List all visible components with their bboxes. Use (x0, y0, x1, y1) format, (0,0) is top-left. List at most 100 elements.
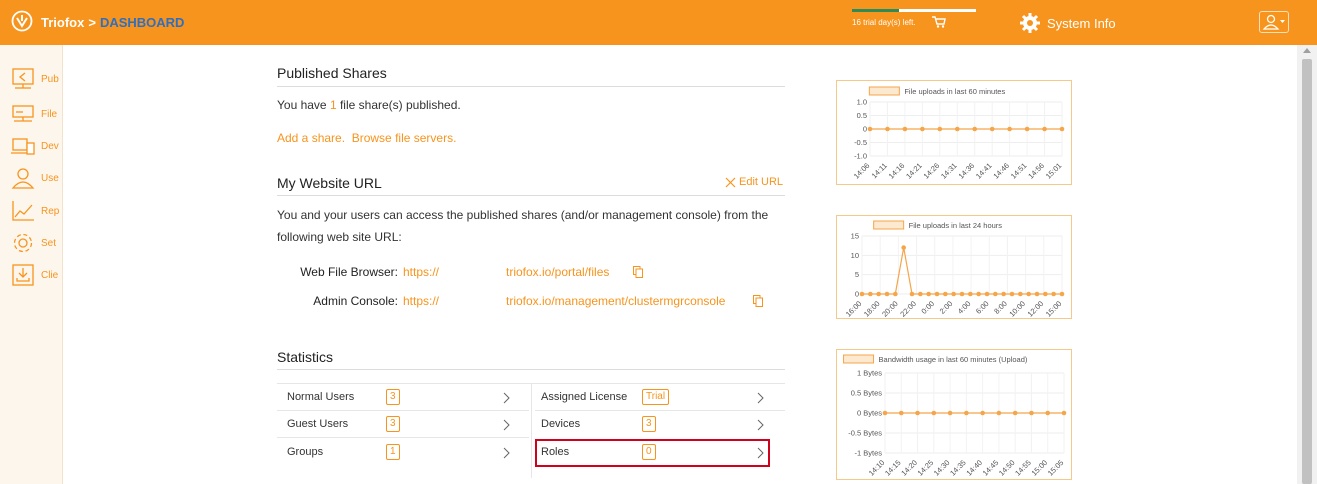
sidebar-item-label: Pub (41, 73, 59, 85)
x-tick-label: 14:31 (939, 161, 959, 181)
data-point (1026, 291, 1031, 297)
chevron-right-icon[interactable] (503, 392, 510, 404)
x-tick-label: 10:00 (1007, 299, 1027, 318)
chevron-right-icon[interactable] (757, 392, 764, 404)
stat-groups-badge[interactable]: 1 (386, 444, 400, 460)
scrollbar-thumb[interactable] (1302, 59, 1312, 484)
x-tick-label: 14:50 (997, 458, 1017, 478)
stat-devices-label[interactable]: Devices (541, 418, 580, 430)
top-bar: Triofox > DASHBOARD 16 trial day(s) left. … (0, 0, 1317, 45)
trial-progress-bar (852, 9, 976, 12)
data-point (868, 291, 873, 297)
admin-console-label: Admin Console: (313, 294, 398, 308)
sidebar-item-label: Set (41, 237, 57, 249)
web-file-browser-url-end[interactable]: triofox.io/portal/files (506, 265, 609, 279)
data-point (1061, 410, 1067, 416)
data-point (920, 126, 925, 132)
y-tick-label: 0 (863, 125, 867, 134)
browse-file-servers-link[interactable]: Browse file servers. (352, 131, 457, 145)
chart-title: File uploads in last 24 hours (909, 221, 1003, 230)
chevron-right-icon[interactable] (503, 419, 510, 431)
cart-icon[interactable] (932, 16, 946, 28)
edit-url-button[interactable]: Edit URL (725, 176, 783, 188)
sidebar-item-label: File (41, 108, 58, 120)
chart-svg: Bandwidth usage in last 60 minutes (Uplo… (843, 354, 1067, 478)
vertical-scrollbar[interactable] (1297, 45, 1317, 484)
data-point (993, 291, 998, 297)
x-tick-label: 15:01 (1044, 161, 1064, 181)
chevron-right-icon[interactable] (757, 419, 764, 431)
sidebar-item-users[interactable]: Use (11, 167, 59, 189)
y-tick-label: -1 Bytes (854, 449, 882, 458)
data-point (902, 126, 908, 132)
sidebar-item-label: Clie (41, 269, 59, 281)
data-point (1009, 291, 1015, 297)
user-menu-button[interactable] (1259, 11, 1289, 33)
data-point (882, 410, 888, 416)
system-info-label: System Info (1047, 15, 1116, 31)
divider (277, 437, 529, 438)
copy-admin-url-icon[interactable] (753, 295, 763, 307)
sidebar-item-label: Use (41, 172, 59, 184)
data-point (964, 410, 969, 416)
x-tick-label: 14:55 (1013, 458, 1033, 478)
x-tick-label: 4:00 (956, 299, 973, 316)
stat-guest-users-badge[interactable]: 3 (386, 416, 400, 432)
x-tick-label: 2:00 (938, 299, 955, 316)
sidebar-item-label: Dev (41, 140, 59, 152)
x-tick-label: 15:00 (1044, 299, 1064, 318)
stat-devices-badge[interactable]: 3 (642, 416, 656, 432)
admin-console-url-end[interactable]: triofox.io/management/clustermgrconsole (506, 294, 725, 308)
data-point (926, 291, 931, 297)
divider (277, 195, 785, 196)
data-point (989, 126, 995, 132)
x-tick-label: 14:30 (932, 458, 952, 478)
scroll-up-icon[interactable] (1303, 48, 1311, 53)
copy-web-url-icon[interactable] (633, 266, 643, 278)
data-point (1034, 291, 1040, 297)
triofox-logo-icon[interactable] (11, 10, 33, 32)
sidebar-item-settings[interactable]: Set (11, 232, 56, 254)
sidebar-item-file-servers[interactable]: File (11, 103, 57, 125)
legend-swatch (873, 220, 905, 230)
system-info-button[interactable]: System Info (1019, 12, 1116, 34)
x-tick-label: 20:00 (880, 299, 900, 318)
chevron-right-icon[interactable] (503, 447, 510, 459)
sidebar-item-published-shares[interactable]: Pub (11, 68, 59, 90)
stat-normal-users-badge[interactable]: 3 (386, 389, 400, 405)
breadcrumb-dashboard[interactable]: DASHBOARD (100, 15, 185, 30)
stat-license-badge[interactable]: Trial (642, 389, 670, 405)
x-tick-label: 14:45 (981, 458, 1001, 478)
web-file-browser-url-start[interactable]: https:// (403, 265, 439, 279)
published-count-text: You have 1 file share(s) published. (277, 98, 461, 112)
y-tick-label: 0.5 Bytes (851, 389, 883, 398)
data-point (984, 291, 990, 297)
sidebar-item-devices[interactable]: Dev (11, 135, 59, 157)
reports-icon (12, 201, 34, 221)
stat-guest-users-label[interactable]: Guest Users (287, 418, 348, 430)
sidebar-item-client-download[interactable]: Clie (11, 264, 58, 286)
trial-days-left[interactable]: 16 trial day(s) left. (852, 18, 916, 27)
data-point (931, 410, 937, 416)
x-tick-label: 14:36 (956, 161, 976, 181)
y-tick-label: 0 (855, 290, 859, 299)
data-point (968, 291, 973, 297)
data-point (918, 291, 923, 297)
sidebar-item-reports[interactable]: Rep (11, 200, 59, 222)
y-tick-label: 15 (851, 232, 859, 241)
x-tick-label: 14:41 (974, 161, 994, 181)
stat-assigned-license-label[interactable]: Assigned License (541, 391, 627, 403)
data-point (909, 291, 915, 297)
x-tick-label: 14:20 (899, 458, 919, 478)
data-point (867, 126, 873, 132)
data-point (972, 126, 978, 132)
stat-normal-users-label[interactable]: Normal Users (287, 391, 354, 403)
stat-groups-label[interactable]: Groups (287, 446, 323, 458)
data-point (947, 410, 953, 416)
published-count[interactable]: 1 (330, 98, 337, 112)
add-share-link[interactable]: Add a share. (277, 131, 345, 145)
x-tick-label: 22:00 (898, 299, 918, 318)
admin-console-url-start[interactable]: https:// (403, 294, 439, 308)
legend-swatch (843, 354, 875, 364)
brand-name[interactable]: Triofox (41, 15, 84, 30)
